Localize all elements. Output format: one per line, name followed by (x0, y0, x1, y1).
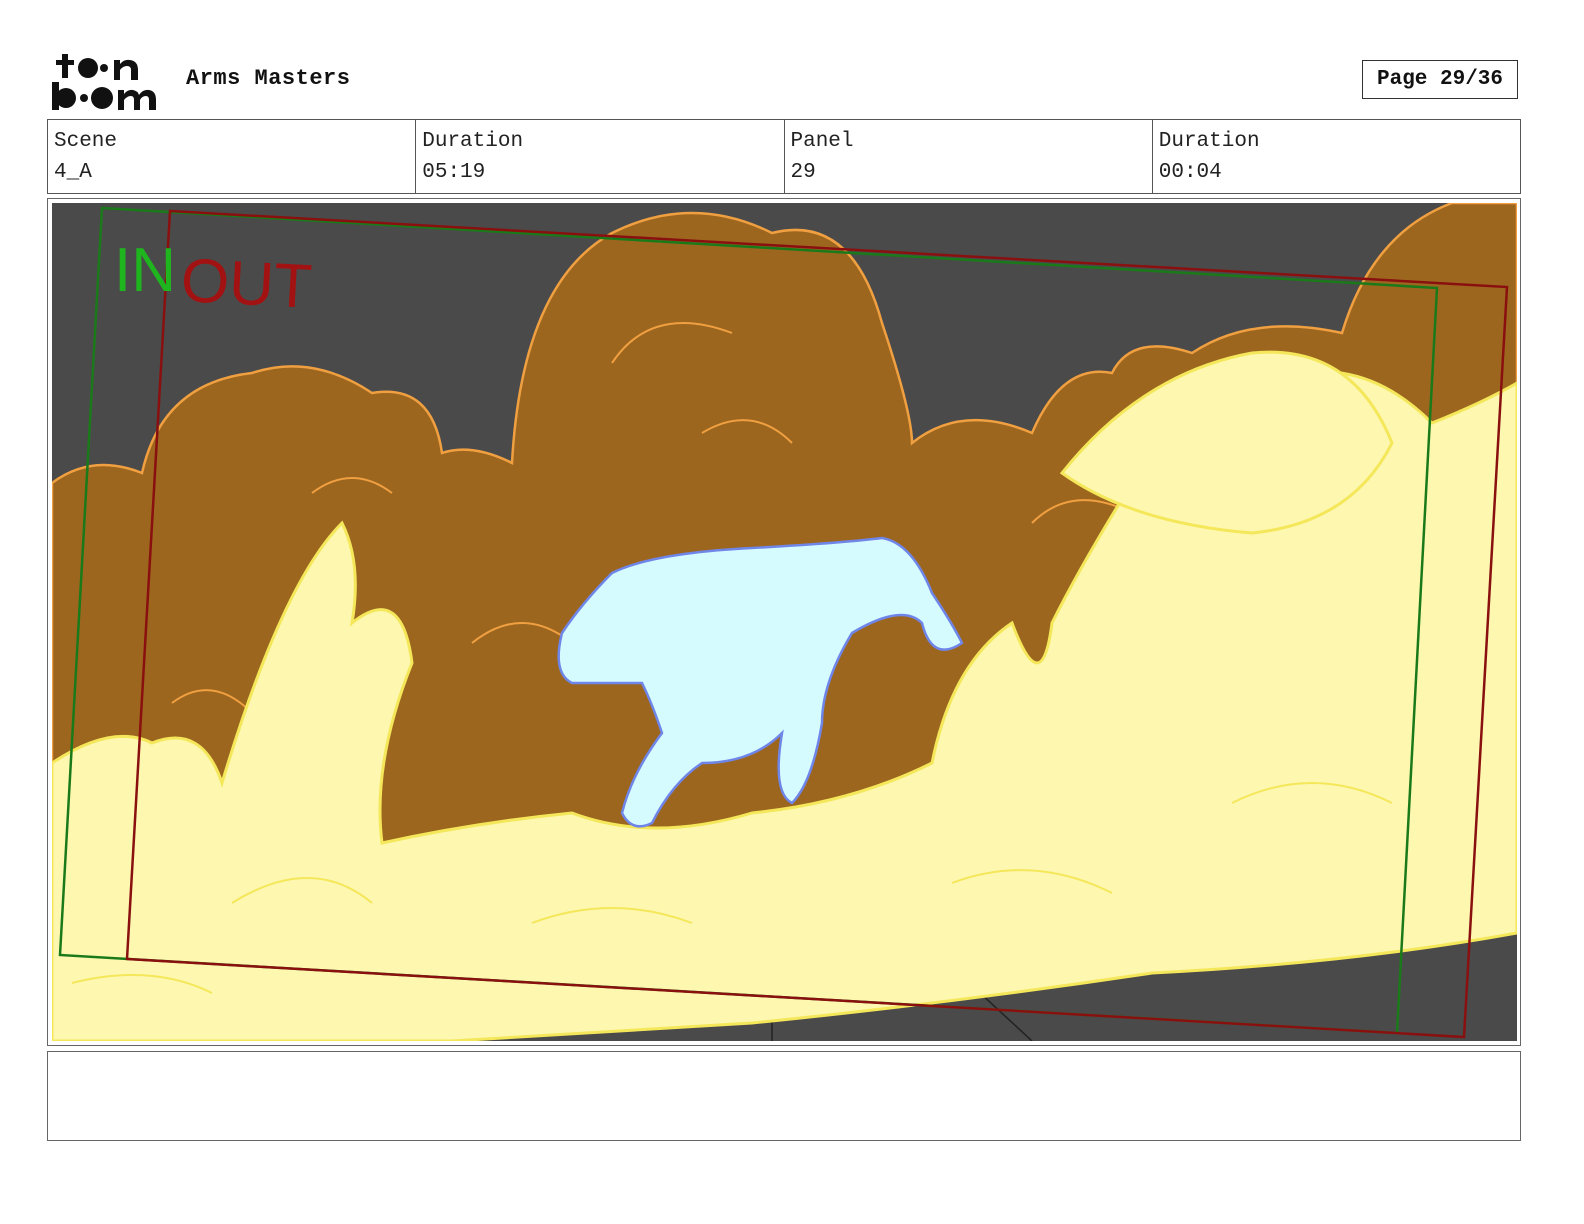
scene-cell: Scene 4_A (48, 120, 417, 193)
out-label: OUT (179, 246, 313, 322)
scene-duration-value: 05:19 (422, 161, 486, 184)
in-label: IN (114, 236, 176, 305)
panel-duration-cell: Duration 00:04 (1153, 120, 1520, 193)
scene-duration-cell: Duration 05:19 (416, 120, 785, 193)
scene-info-table: Scene 4_A Duration 05:19 Panel 29 Durati… (47, 119, 1521, 194)
toon-boom-logo: toon boom (52, 52, 156, 110)
panel-cell: Panel 29 (785, 120, 1153, 193)
project-title: Arms Masters (186, 66, 351, 91)
scene-value: 4_A (54, 161, 92, 184)
logo-text-bottom: boom (52, 52, 55, 53)
storyboard-panel-drawing: IN OUT (52, 203, 1517, 1041)
page-indicator: Page 29/36 (1362, 60, 1518, 99)
scene-duration-label: Duration (422, 130, 524, 153)
panel-value: 29 (790, 161, 816, 184)
panel-notes-box (47, 1051, 1521, 1141)
panel-label: Panel (790, 130, 854, 153)
panel-duration-label: Duration (1158, 130, 1260, 153)
panel-duration-value: 00:04 (1158, 161, 1222, 184)
logo-text-top: toon (52, 52, 55, 53)
scene-label: Scene (54, 130, 118, 153)
